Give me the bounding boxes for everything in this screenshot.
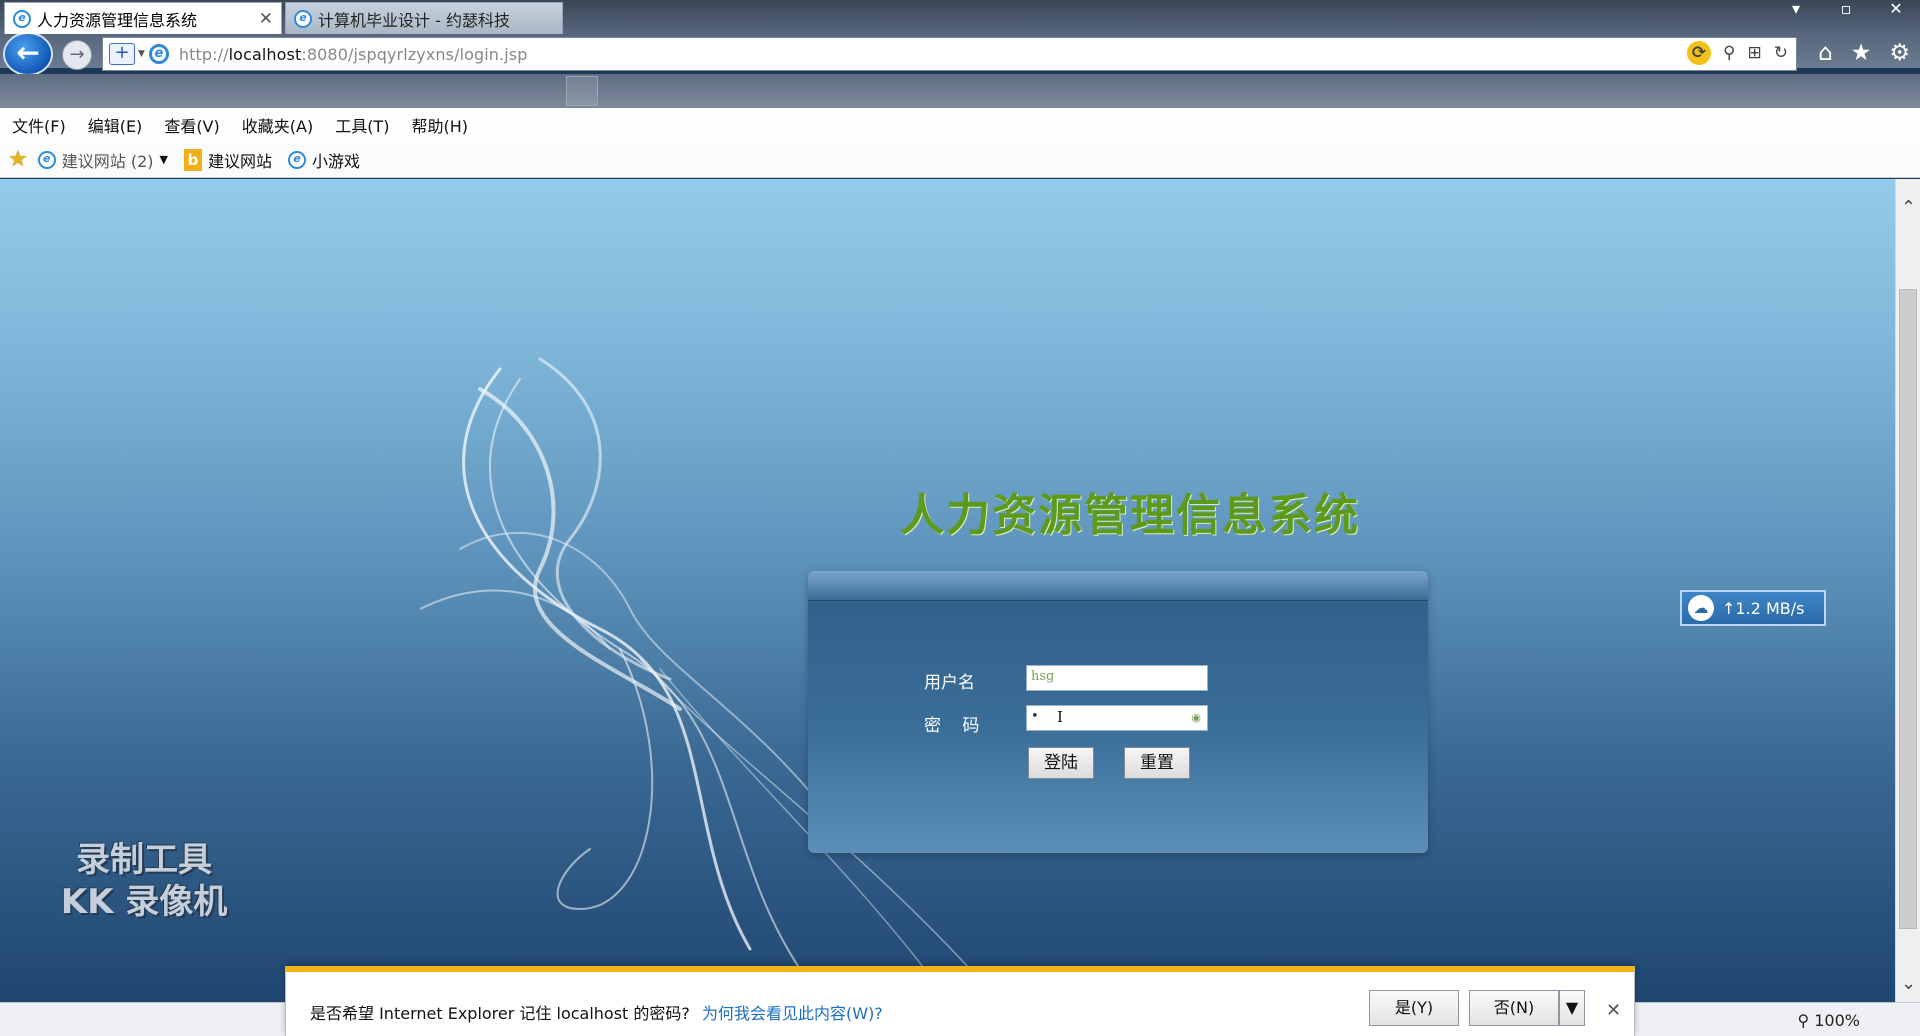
no-button[interactable]: 否(N)	[1469, 990, 1559, 1026]
menu-file[interactable]: 文件(F)	[12, 113, 66, 137]
watermark-line-2: KK 录像机	[60, 882, 228, 922]
upload-speed-widget[interactable]: ☁ ↑1.2 MB/s	[1680, 590, 1826, 626]
close-tab-icon[interactable]: ✕	[259, 9, 273, 29]
fav-label: 小游戏	[311, 151, 360, 171]
login-panel: 用户名 hsg 密 码 • I ◉ 登陆 重置	[808, 571, 1428, 853]
compatibility-view-icon[interactable]: +	[109, 43, 135, 65]
password-value: •	[1031, 709, 1039, 724]
fav-item-bing[interactable]: b 建议网站	[183, 148, 272, 172]
favorites-bar: ★ e 建议网站 (2) ▼ b 建议网站 e 小游戏	[0, 142, 1920, 178]
ie-page-icon: e	[148, 44, 169, 64]
ie-tab-icon: e	[294, 9, 312, 28]
menu-bar: 文件(F) 编辑(E) 查看(V) 收藏夹(A) 工具(T) 帮助(H)	[0, 108, 1920, 142]
scroll-up-icon[interactable]: ⌃	[1896, 197, 1920, 218]
forward-button[interactable]: →	[62, 40, 92, 70]
login-panel-header	[808, 571, 1428, 601]
tab-active[interactable]: e 人力资源管理信息系统 ✕	[4, 2, 282, 34]
reset-button[interactable]: 重置	[1124, 747, 1190, 779]
vertical-scrollbar[interactable]: ⌃ ⌄	[1895, 179, 1920, 1002]
chevron-down-icon[interactable]: ▼	[160, 153, 168, 166]
tab-inactive[interactable]: e 计算机毕业设计 - 约瑟科技	[285, 2, 563, 34]
menu-help[interactable]: 帮助(H)	[411, 113, 468, 137]
favorites-star-icon[interactable]: ★	[1851, 40, 1872, 66]
close-window-icon[interactable]: ✕	[1886, 0, 1906, 18]
back-button[interactable]: ←	[3, 32, 53, 76]
search-icon[interactable]: ⚲	[1723, 43, 1735, 63]
tab-label: 人力资源管理信息系统	[37, 10, 198, 30]
fav-item-games[interactable]: e 小游戏	[287, 148, 360, 172]
text-cursor-icon: I	[1057, 708, 1063, 726]
recorder-watermark: 录制工具 KK 录像机	[44, 839, 244, 923]
page-viewport: 人力资源管理信息系统 用户名 hsg 密 码 • I ◉ 登陆 重置 录制工具 …	[0, 179, 1895, 1002]
chevron-down-icon[interactable]: ▼	[138, 49, 145, 59]
fav-label: 建议网站	[207, 151, 272, 171]
close-icon[interactable]: ✕	[1606, 1000, 1621, 1021]
url-text[interactable]: http://localhost:8080/jspqyrlzyxns/login…	[179, 45, 528, 64]
reveal-password-icon[interactable]: ◉	[1191, 711, 1201, 724]
chevron-down-icon[interactable]: ▼	[1559, 990, 1585, 1026]
address-tools: ⟳ ⚲ ⊞ ↻	[1687, 41, 1788, 65]
refresh-icon[interactable]: ↻	[1774, 43, 1788, 63]
fav-item-suggested[interactable]: e 建议网站 (2) ▼	[37, 148, 168, 172]
address-bar[interactable]: + ▼ e http://localhost:8080/jspqyrlzyxns…	[102, 37, 1797, 71]
menu-favorites[interactable]: 收藏夹(A)	[242, 113, 313, 137]
gear-icon[interactable]: ⚙	[1889, 40, 1910, 66]
watermark-line-1: 录制工具	[76, 840, 212, 880]
page-title: 人力资源管理信息系统	[900, 490, 1360, 541]
home-icon[interactable]: ⌂	[1818, 40, 1833, 66]
window-controls: ▾ ▫ ✕	[1786, 0, 1906, 18]
menu-view[interactable]: 查看(V)	[164, 113, 219, 137]
fav-label: 建议网站 (2)	[61, 151, 154, 171]
menu-edit[interactable]: 编辑(E)	[88, 113, 143, 137]
why-am-i-seeing-this-link[interactable]: 为何我会看见此内容(W)?	[702, 1000, 883, 1024]
browser-toolbar-right: ⌂ ★ ⚙	[1818, 40, 1910, 66]
upload-speed-text: ↑1.2 MB/s	[1722, 598, 1805, 618]
zoom-level[interactable]: ⚲ 100%	[1797, 1011, 1860, 1030]
scroll-down-icon[interactable]: ⌄	[1896, 973, 1920, 994]
cloud-icon: ☁	[1688, 595, 1714, 621]
scroll-thumb[interactable]	[1899, 289, 1917, 929]
password-input[interactable]: • I ◉	[1026, 705, 1208, 731]
username-input[interactable]: hsg	[1026, 665, 1208, 691]
menu-tools[interactable]: 工具(T)	[335, 113, 389, 137]
restore-icon[interactable]: ▫	[1836, 0, 1856, 18]
ie-icon: e	[287, 150, 306, 169]
notification-message: 是否希望 Internet Explorer 记住 localhost 的密码?	[310, 1004, 690, 1023]
tab-label: 计算机毕业设计 - 约瑟科技	[318, 10, 510, 30]
extension-icon[interactable]: ⟳	[1687, 41, 1712, 65]
minimize-icon[interactable]: ▾	[1786, 0, 1806, 18]
username-label: 用户名	[924, 673, 975, 693]
yes-button[interactable]: 是(Y)	[1369, 990, 1459, 1026]
bing-icon: b	[183, 148, 202, 171]
password-label: 密 码	[924, 716, 988, 736]
ie-icon: e	[37, 150, 56, 169]
save-password-notification: 是否希望 Internet Explorer 记住 localhost 的密码?…	[285, 966, 1635, 1036]
add-favorite-icon[interactable]: ★	[8, 147, 28, 172]
compat-toggle-icon[interactable]: ⊞	[1748, 43, 1762, 63]
login-button[interactable]: 登陆	[1028, 747, 1094, 779]
ie-tab-icon: e	[13, 9, 31, 28]
tab-strip	[0, 74, 1920, 108]
new-tab-button[interactable]	[566, 76, 598, 106]
